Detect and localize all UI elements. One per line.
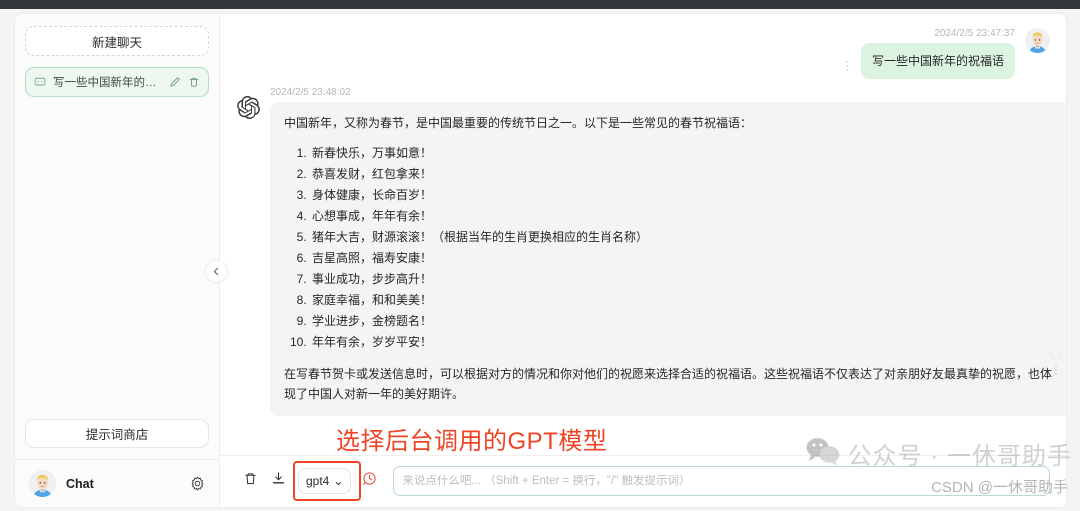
list-item: 新春快乐，万事如意！ [310, 143, 1056, 164]
prompt-store-label: 提示词商店 [85, 428, 149, 442]
new-chat-button[interactable]: 新建聊天 [25, 26, 209, 56]
clock-icon [362, 471, 377, 491]
chevron-down-icon: ⌄ [333, 474, 344, 488]
list-item: 年年有余，岁岁平安！ [310, 332, 1056, 353]
message-row-assistant: 2024/2/5 23:48:02 中国新年，又称为春节，是中国最重要的传统节日… [236, 87, 1066, 416]
list-item: 学业进步，金榜题名！ [310, 311, 1056, 332]
app-root: 新建聊天 写一些中国新年的… 提示词商店 Chat 2024/2/5 23:47… [0, 0, 1080, 511]
trash-icon [243, 471, 258, 491]
chat-list-item[interactable]: 写一些中国新年的… [25, 67, 209, 97]
composer-toolbar: gpt4 ⌄ [220, 455, 1066, 507]
list-item: 恭喜发财，红包拿来！ [310, 164, 1056, 185]
sidebar: 新建聊天 写一些中国新年的… 提示词商店 Chat [15, 14, 220, 507]
history-button[interactable] [355, 467, 383, 495]
message-input-wrap[interactable] [393, 466, 1050, 496]
app-window: 新建聊天 写一些中国新年的… 提示词商店 Chat 2024/2/5 23:47… [14, 13, 1067, 508]
model-selector[interactable]: gpt4 ⌄ [298, 468, 352, 494]
gear-icon[interactable] [190, 476, 205, 491]
user-avatar[interactable] [1025, 28, 1050, 53]
assistant-message-content: 2024/2/5 23:48:02 中国新年，又称为春节，是中国最重要的传统节日… [270, 87, 1066, 416]
assistant-message-bubble: 中国新年，又称为春节，是中国最重要的传统节日之一。以下是一些常见的春节祝福语： … [270, 102, 1066, 416]
new-chat-label: 新建聊天 [91, 35, 142, 50]
greetings-list: 新春快乐，万事如意！ 恭喜发财，红包拿来！ 身体健康，长命百岁！ 心想事成，年年… [310, 143, 1056, 353]
sidebar-footer-name: Chat [66, 476, 94, 491]
avatar[interactable] [29, 470, 56, 497]
trash-icon[interactable] [188, 76, 200, 88]
assistant-message-timestamp: 2024/2/5 23:48:02 [270, 87, 351, 98]
user-message: 2024/2/5 23:47:37 写一些中国新年的祝福语 [843, 28, 1050, 79]
user-message-timestamp: 2024/2/5 23:47:37 [934, 28, 1015, 39]
message-input[interactable] [402, 475, 1041, 487]
model-selector-wrap: gpt4 ⌄ [293, 461, 361, 501]
pencil-icon[interactable] [169, 76, 181, 88]
chevron-left-icon [212, 263, 221, 281]
sidebar-footer: Chat [15, 459, 219, 507]
list-item: 事业成功，步步高升！ [310, 269, 1056, 290]
chat-list: 写一些中国新年的… [15, 56, 219, 419]
chat-list-item-title: 写一些中国新年的… [53, 77, 157, 89]
list-item: 猪年大吉，财源滚滚！（根据当年的生肖更换相应的生肖名称） [310, 227, 1056, 248]
list-item: 家庭幸福，和和美美！ [310, 290, 1056, 311]
user-message-bubble: 写一些中国新年的祝福语 [860, 43, 1015, 79]
message-options-icon[interactable] [843, 61, 851, 71]
openai-logo-icon [236, 95, 260, 119]
chat-main: 2024/2/5 23:47:37 写一些中国新年的祝福语 2024/2/5 2… [220, 14, 1066, 507]
clear-conversation-button[interactable] [236, 467, 264, 495]
assistant-message-options-icon[interactable] [1052, 365, 1060, 375]
model-selector-value: gpt4 [306, 474, 330, 488]
list-item: 心想事成，年年有余！ [310, 206, 1056, 227]
sidebar-top: 新建聊天 [15, 14, 219, 56]
list-item: 吉星高照，福寿安康！ [310, 248, 1056, 269]
message-row-user: 2024/2/5 23:47:37 写一些中国新年的祝福语 [236, 28, 1050, 79]
regenerate-icon[interactable] [1050, 348, 1061, 359]
assistant-intro-paragraph: 中国新年，又称为春节，是中国最重要的传统节日之一。以下是一些常见的春节祝福语： [284, 116, 753, 130]
list-item: 身体健康，长命百岁！ [310, 185, 1056, 206]
assistant-outro-paragraph: 在写春节贺卡或发送信息时，可以根据对方的情况和你对他们的祝愿来选择合适的祝福语。… [284, 367, 1053, 401]
message-side-actions [1050, 348, 1061, 375]
prompt-store-button[interactable]: 提示词商店 [25, 419, 209, 448]
sidebar-collapse-button[interactable] [205, 260, 228, 283]
window-titlebar [0, 0, 1080, 9]
user-message-content: 2024/2/5 23:47:37 写一些中国新年的祝福语 [860, 28, 1015, 79]
download-icon [271, 471, 286, 491]
message-list: 2024/2/5 23:47:37 写一些中国新年的祝福语 2024/2/5 2… [220, 14, 1066, 455]
message-icon [34, 76, 46, 88]
sidebar-bottom: 提示词商店 [15, 419, 219, 459]
export-button[interactable] [264, 467, 292, 495]
assistant-message: 2024/2/5 23:48:02 中国新年，又称为春节，是中国最重要的传统节日… [236, 87, 1066, 416]
